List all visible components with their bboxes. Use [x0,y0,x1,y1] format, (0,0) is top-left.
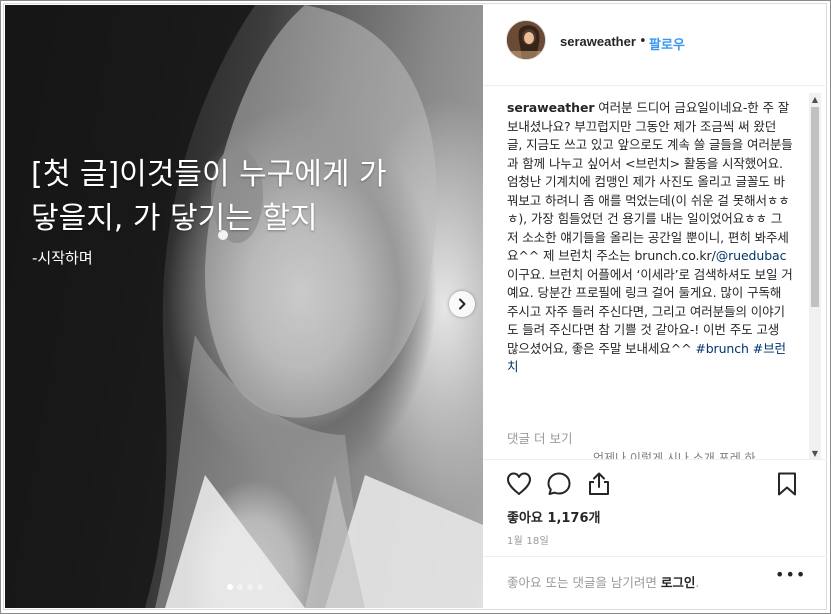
scroll-down-arrow-icon[interactable]: ▼ [809,447,821,459]
login-prompt-text: 좋아요 또는 댓글을 남기려면 [507,575,661,590]
post-photo[interactable]: [첫 글]이것들이 누구에게 가 닿을지, 가 닿기는 할지 -시작하며 [5,5,483,608]
scroll-up-arrow-icon[interactable]: ▲ [809,93,821,105]
overlay-title-line2: 닿을지, 가 닿기는 할지 [31,201,318,236]
overlay-title-line1: [첫 글]이것들이 누구에게 가 [31,157,387,192]
comments-scrollbar[interactable]: ▲ ▼ [809,93,821,459]
carousel-dot [227,584,233,590]
comments-section[interactable]: seraweather 여러분 드디어 금요일이네요-한 주 잘 보내셨나요? … [483,87,827,460]
bookmark-icon[interactable] [773,470,801,498]
portrait-image [5,5,483,608]
post-header: seraweather • 팔로우 [483,5,827,86]
post-caption: seraweather 여러분 드디어 금요일이네요-한 주 잘 보내셨나요? … [507,99,793,377]
header-separator: • [639,34,647,49]
comment-icon[interactable] [545,470,573,498]
scrollbar-thumb[interactable] [811,107,819,307]
login-prompt: 좋아요 또는 댓글을 남기려면 로그인. [507,572,699,591]
load-more-comments-button[interactable]: 댓글 더 보기 [507,428,572,447]
post-sidebar: seraweather • 팔로우 seraweather 여러분 드디어 금요… [483,5,827,608]
carousel-next-button[interactable] [449,291,475,317]
avatar[interactable] [506,20,546,60]
carousel-indicator [227,584,263,590]
chevron-right-icon [459,298,466,310]
action-bar [483,466,827,506]
carousel-dot [247,584,253,590]
post-date[interactable]: 1월 18일 [507,532,549,547]
caption-text: 여러분 드디어 금요일이네요-한 주 잘 보내셨나요? 부끄럽지만 그동안 제가… [507,100,793,263]
partial-comment: 언제나 이렇게 시나 소개 포레 하 [593,451,756,460]
login-prompt-period: . [695,575,700,590]
comment-footer: 좋아요 또는 댓글을 남기려면 로그인. ••• [483,556,827,608]
caption-mention[interactable]: @ruedubac [716,248,787,263]
caption-hashtag[interactable]: #brunch [695,341,749,356]
like-count[interactable]: 좋아요 1,176개 [507,507,601,526]
carousel-dot [257,584,263,590]
avatar-image [507,21,545,59]
share-icon[interactable] [585,470,613,498]
caption-username[interactable]: seraweather [507,100,595,115]
header-username[interactable]: seraweather [560,34,636,49]
login-link[interactable]: 로그인 [661,575,696,590]
caption-text-continued: 이구요. 브런치 어플에서 ‘이세라’로 검색하셔도 보일 거예요. 당분간 프… [507,266,793,356]
carousel-dot [237,584,243,590]
overlay-subtitle: -시작하며 [32,249,93,267]
heart-icon[interactable] [505,470,533,498]
follow-button[interactable]: 팔로우 [649,34,685,53]
more-options-icon[interactable]: ••• [775,565,806,584]
overlay-title: [첫 글]이것들이 누구에게 가 닿을지, 가 닿기는 할지 [31,153,471,241]
